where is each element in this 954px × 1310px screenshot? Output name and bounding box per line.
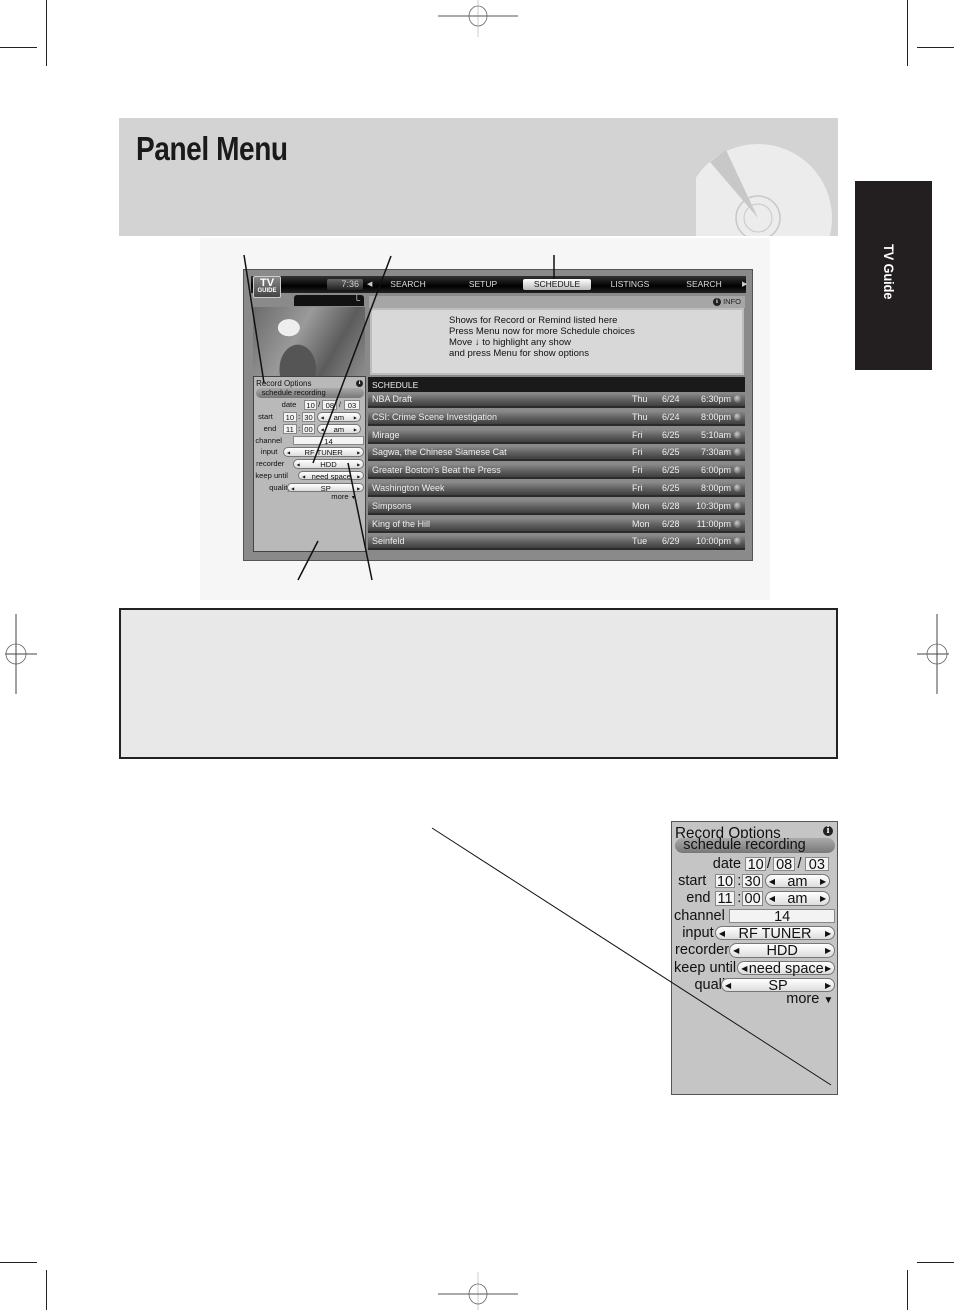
callout-lines	[243, 254, 832, 1086]
callout-line	[431, 827, 832, 1086]
callout-line	[243, 254, 265, 384]
callout-line	[297, 540, 319, 581]
callout-line	[312, 255, 392, 464]
callout-line	[347, 462, 373, 581]
